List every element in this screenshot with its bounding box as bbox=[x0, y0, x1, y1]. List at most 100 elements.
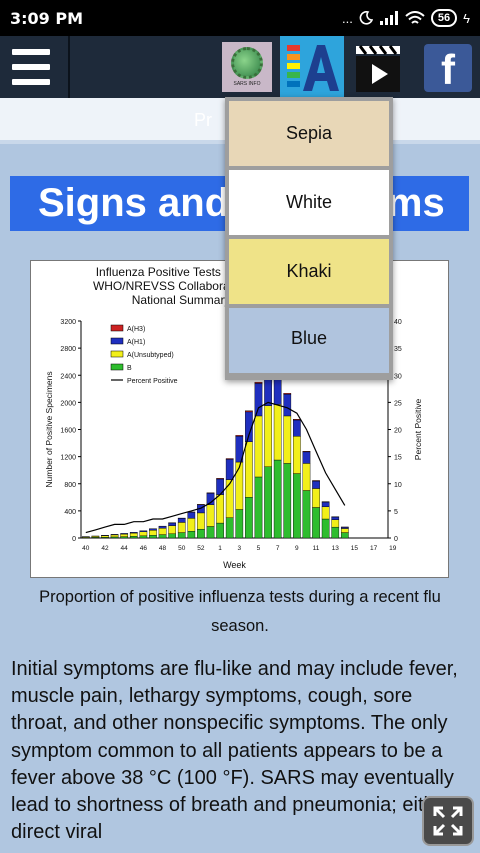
figure-caption: Proportion of positive influenza tests d… bbox=[39, 588, 441, 635]
legend-label: B bbox=[127, 365, 132, 372]
bar-segment bbox=[158, 534, 167, 539]
status-icons: ... 56 ϟ bbox=[342, 9, 470, 27]
theme-option-white[interactable]: White bbox=[229, 170, 389, 235]
bar-segment bbox=[293, 419, 301, 437]
legend-label: A(H3) bbox=[127, 326, 145, 333]
x-tick-label: 44 bbox=[121, 545, 129, 552]
x-tick-label: 48 bbox=[159, 545, 167, 552]
bar-segment bbox=[225, 459, 234, 480]
bar-segment bbox=[331, 516, 340, 520]
bar-segment bbox=[225, 517, 234, 539]
y-axis-label: Number of Positive Specimens bbox=[44, 371, 54, 487]
bar-segment bbox=[177, 522, 186, 533]
x-tick-label: 3 bbox=[237, 545, 241, 552]
bar-segment bbox=[187, 531, 196, 539]
bar-segment bbox=[264, 466, 272, 539]
bar-segment bbox=[216, 522, 224, 539]
bar-segment bbox=[197, 528, 205, 539]
virus-graphic bbox=[231, 47, 263, 79]
legend-swatch bbox=[110, 324, 124, 332]
legend-swatch bbox=[110, 337, 124, 345]
bar-segment bbox=[264, 405, 272, 467]
x-tick-label: 5 bbox=[257, 545, 261, 552]
bar-segment bbox=[235, 509, 244, 539]
moon-icon bbox=[359, 11, 373, 25]
bar-segment bbox=[293, 418, 301, 421]
bar-segment bbox=[149, 528, 157, 531]
text-style-button[interactable] bbox=[280, 36, 344, 98]
app-bar: SARS INFO f bbox=[0, 36, 480, 98]
facebook-icon[interactable]: f bbox=[424, 44, 472, 93]
bar-segment bbox=[245, 497, 253, 539]
y-right-tick-label: 10 bbox=[394, 482, 402, 489]
bar-segment bbox=[312, 480, 320, 489]
bar-segment bbox=[340, 526, 349, 529]
bar-segment bbox=[225, 458, 234, 460]
bar-segment bbox=[283, 463, 292, 539]
bar-segment bbox=[120, 536, 129, 539]
bar-segment bbox=[139, 530, 148, 532]
hamburger-menu-icon[interactable] bbox=[12, 49, 50, 85]
theme-option-khaki[interactable]: Khaki bbox=[229, 239, 389, 304]
bar-segment bbox=[283, 393, 292, 395]
x-tick-label: 15 bbox=[351, 545, 359, 552]
legend-swatch bbox=[110, 363, 124, 371]
legend-label: Percent Positive bbox=[127, 378, 178, 385]
bar-segment bbox=[254, 383, 263, 417]
theme-option-sepia[interactable]: Sepia bbox=[229, 101, 389, 166]
y-tick-label: 1600 bbox=[60, 428, 76, 435]
x-tick-label: 7 bbox=[276, 545, 280, 552]
sars-virus-icon[interactable]: SARS INFO bbox=[222, 42, 272, 92]
legend-label: A(H1) bbox=[127, 339, 145, 346]
y-right-tick-label: 25 bbox=[394, 400, 402, 407]
bar-segment bbox=[245, 410, 253, 413]
theme-option-blue[interactable]: Blue bbox=[229, 308, 389, 373]
x-tick-label: 11 bbox=[313, 545, 320, 552]
bar-segment bbox=[216, 494, 224, 524]
bar-segment bbox=[331, 519, 340, 528]
bar-segment bbox=[177, 518, 186, 523]
bar-segment bbox=[168, 525, 176, 534]
y-axis-right-label: Percent Positive bbox=[413, 399, 423, 461]
bar-segment bbox=[139, 535, 148, 539]
bar-segment bbox=[340, 532, 349, 539]
legend-swatch bbox=[110, 350, 124, 358]
bar-segment bbox=[273, 377, 282, 405]
bar-segment bbox=[110, 534, 119, 538]
x-tick-label: 52 bbox=[197, 545, 205, 552]
fullscreen-icon bbox=[433, 806, 463, 836]
legend-label: A(Unsubtyped) bbox=[127, 352, 174, 359]
bar-segment bbox=[139, 531, 148, 537]
bar-segment bbox=[206, 526, 215, 539]
y-right-tick-label: 20 bbox=[394, 428, 402, 435]
fullscreen-button[interactable] bbox=[422, 796, 474, 846]
bar-segment bbox=[283, 394, 292, 417]
bar-segment bbox=[321, 501, 330, 508]
x-tick-label: 19 bbox=[389, 545, 397, 552]
bar-segment bbox=[110, 534, 119, 536]
bar-segment bbox=[254, 381, 263, 384]
bar-segment bbox=[168, 533, 176, 539]
tab-label[interactable]: Pr bbox=[194, 110, 212, 131]
x-tick-label: 42 bbox=[101, 545, 109, 552]
bar-segment bbox=[206, 492, 215, 494]
x-tick-label: 50 bbox=[178, 545, 186, 552]
body-paragraph: Initial symptoms are flu-like and may in… bbox=[11, 658, 458, 844]
bar-segment bbox=[302, 463, 311, 491]
y-tick-label: 2000 bbox=[60, 400, 76, 407]
video-icon[interactable] bbox=[350, 42, 406, 94]
battery-icon: 56 bbox=[430, 9, 458, 27]
x-tick-label: 1 bbox=[218, 545, 222, 552]
bar-segment bbox=[293, 473, 301, 539]
charging-icon: ϟ bbox=[463, 10, 470, 26]
bar-segment bbox=[273, 404, 282, 461]
y-right-tick-label: 35 bbox=[394, 346, 402, 353]
y-tick-label: 400 bbox=[64, 509, 76, 516]
x-tick-label: 40 bbox=[82, 545, 90, 552]
bar-segment bbox=[293, 436, 301, 474]
more-dots-icon: ... bbox=[342, 10, 353, 26]
bar-segment bbox=[235, 461, 244, 510]
y-tick-label: 2800 bbox=[60, 346, 76, 353]
y-tick-label: 0 bbox=[72, 536, 76, 543]
theme-dropdown: Sepia White Khaki Blue bbox=[225, 97, 393, 380]
